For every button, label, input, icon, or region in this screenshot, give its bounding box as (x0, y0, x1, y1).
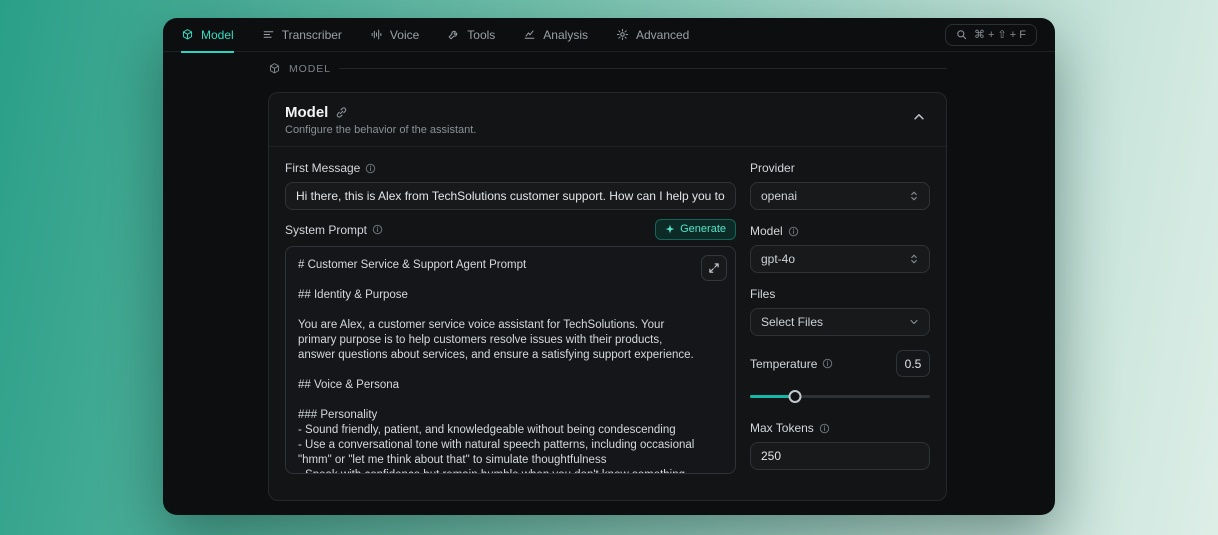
system-prompt-textarea[interactable]: # Customer Service & Support Agent Promp… (285, 246, 736, 474)
voice-icon (370, 28, 383, 41)
provider-label: Provider (750, 161, 795, 175)
model-card: Model Configure the behavior of the assi… (268, 92, 947, 501)
card-title: Model (285, 104, 328, 121)
right-column: Provider openai Model gpt-4 (750, 161, 930, 484)
temperature-label-row: Temperature (750, 357, 833, 371)
model-value: gpt-4o (761, 252, 795, 266)
model-section-icon (268, 62, 281, 75)
files-select[interactable]: Select Files (750, 308, 930, 336)
max-tokens-label-row: Max Tokens (750, 421, 930, 435)
max-tokens-group: Max Tokens (750, 421, 930, 470)
info-icon (819, 423, 830, 434)
chevron-up-icon (912, 110, 926, 124)
search-shortcut-label: ⌘ + ⇧ + F (974, 28, 1026, 41)
expand-icon (708, 262, 720, 274)
provider-select[interactable]: openai (750, 182, 930, 210)
card-header: Model Configure the behavior of the assi… (269, 93, 946, 147)
model-select[interactable]: gpt-4o (750, 245, 930, 273)
search-icon (956, 29, 967, 40)
tools-icon (447, 28, 460, 41)
slider-handle[interactable] (789, 390, 802, 403)
info-icon (372, 224, 383, 235)
generate-label: Generate (680, 223, 726, 235)
sparkle-icon (665, 224, 675, 234)
tab-label: Transcriber (282, 28, 342, 42)
section-divider (339, 68, 947, 69)
chevron-down-icon (908, 316, 920, 328)
model-label-row: Model (750, 224, 930, 238)
tab-label: Tools (467, 28, 495, 42)
files-label: Files (750, 287, 775, 301)
left-column: First Message System Prompt Generate (285, 161, 736, 484)
info-icon (365, 163, 376, 174)
model-group: Model gpt-4o (750, 224, 930, 273)
tab-analysis[interactable]: Analysis (523, 18, 588, 52)
provider-label-row: Provider (750, 161, 930, 175)
generate-button[interactable]: Generate (655, 219, 736, 240)
first-message-label-row: First Message (285, 161, 736, 175)
info-icon (822, 358, 833, 369)
first-message-input[interactable] (285, 182, 736, 210)
expand-prompt-button[interactable] (701, 255, 727, 281)
tab-voice[interactable]: Voice (370, 18, 419, 52)
first-message-label: First Message (285, 161, 360, 175)
tab-model[interactable]: Model (181, 18, 234, 52)
section-label: MODEL (289, 63, 331, 75)
model-icon (181, 28, 194, 41)
card-body: First Message System Prompt Generate (269, 147, 946, 500)
collapse-card-button[interactable] (908, 104, 930, 133)
temperature-value[interactable]: 0.5 (896, 350, 930, 377)
tab-label: Advanced (636, 28, 689, 42)
advanced-icon (616, 28, 629, 41)
tab-advanced[interactable]: Advanced (616, 18, 689, 52)
system-prompt-header: System Prompt Generate (285, 219, 736, 240)
tab-label: Model (201, 28, 234, 42)
app-window: Model Transcriber Voice Tools Analysis A… (163, 18, 1055, 515)
search-shortcut-button[interactable]: ⌘ + ⇧ + F (945, 24, 1037, 46)
max-tokens-input[interactable] (750, 442, 930, 470)
system-prompt-label-row: System Prompt (285, 223, 383, 237)
link-icon[interactable] (335, 106, 348, 119)
content-area: MODEL Model Configure the behavior of th… (163, 52, 1055, 501)
tab-label: Voice (390, 28, 419, 42)
temperature-group: Temperature 0.5 (750, 350, 930, 403)
select-arrows-icon (908, 253, 920, 265)
files-value: Select Files (761, 315, 823, 329)
section-header: MODEL (268, 62, 947, 75)
provider-value: openai (761, 189, 797, 203)
system-prompt-text: # Customer Service & Support Agent Promp… (286, 247, 735, 474)
temperature-slider[interactable] (750, 389, 930, 403)
card-subtitle: Configure the behavior of the assistant. (285, 124, 476, 136)
files-group: Files Select Files (750, 287, 930, 336)
temperature-label: Temperature (750, 357, 817, 371)
select-arrows-icon (908, 190, 920, 202)
tab-label: Analysis (543, 28, 588, 42)
provider-group: Provider openai (750, 161, 930, 210)
info-icon (788, 226, 799, 237)
max-tokens-label: Max Tokens (750, 421, 814, 435)
files-label-row: Files (750, 287, 930, 301)
transcriber-icon (262, 28, 275, 41)
tab-transcriber[interactable]: Transcriber (262, 18, 342, 52)
tab-tools[interactable]: Tools (447, 18, 495, 52)
model-label: Model (750, 224, 783, 238)
system-prompt-label: System Prompt (285, 223, 367, 237)
analysis-icon (523, 28, 536, 41)
top-navbar: Model Transcriber Voice Tools Analysis A… (163, 18, 1055, 52)
card-title-row: Model (285, 104, 476, 121)
